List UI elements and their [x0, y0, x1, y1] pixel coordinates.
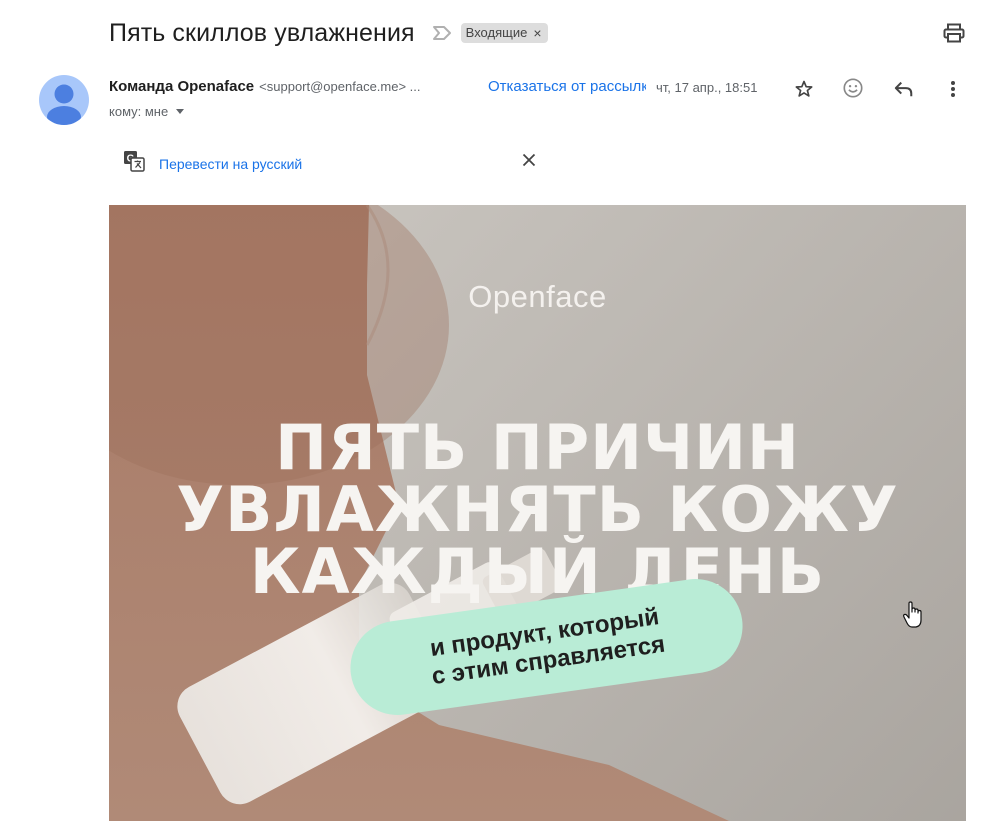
- headline-line-2: УВЛАЖНЯТЬ КОЖУ: [176, 473, 899, 546]
- headline-line-3: КАЖДЫЙ ДЕНЬ: [249, 535, 826, 608]
- sender-line: Команда Openaface <support@openface.me> …: [109, 78, 421, 95]
- sender-name[interactable]: Команда Openaface: [109, 78, 254, 95]
- emoji-icon[interactable]: [840, 75, 866, 101]
- avatar[interactable]: [39, 75, 89, 125]
- inbox-label-text: Входящие: [465, 25, 528, 40]
- recipient-line[interactable]: кому: мне: [109, 104, 185, 119]
- remove-label-icon[interactable]: ×: [533, 26, 541, 40]
- close-icon[interactable]: [519, 150, 539, 170]
- importance-icon[interactable]: [431, 24, 453, 42]
- translate-bar: G Перевести на русский: [123, 150, 302, 177]
- email-date: чт, 17 апр., 18:51: [656, 80, 758, 95]
- translate-link[interactable]: Перевести на русский: [159, 156, 302, 172]
- chevron-down-icon[interactable]: [176, 109, 185, 114]
- headline-line-1: ПЯТЬ ПРИЧИН: [275, 411, 800, 484]
- subject-row: Пять скиллов увлажнения Входящие ×: [109, 14, 548, 52]
- email-subject: Пять скиллов увлажнения: [109, 18, 415, 47]
- print-icon[interactable]: [940, 20, 968, 46]
- hand-cursor-icon: [902, 601, 924, 629]
- reply-icon[interactable]: [891, 76, 917, 102]
- inbox-label-chip[interactable]: Входящие ×: [460, 23, 548, 43]
- unsubscribe-link[interactable]: Отказаться от рассылки: [488, 78, 646, 95]
- sender-email: <support@openface.me> ...: [259, 79, 421, 94]
- promo-banner[interactable]: Openface ПЯТЬ ПРИЧИН УВЛАЖНЯТЬ КОЖУ КАЖД…: [109, 205, 966, 821]
- recipient-text: кому: мне: [109, 104, 169, 119]
- brand-logo: Openface: [468, 279, 607, 314]
- translate-icon: G: [123, 150, 145, 177]
- star-icon[interactable]: [791, 76, 817, 102]
- more-icon[interactable]: [940, 76, 966, 102]
- banner-headline: ПЯТЬ ПРИЧИН УВЛАЖНЯТЬ КОЖУ КАЖДЫЙ ДЕНЬ: [109, 417, 966, 603]
